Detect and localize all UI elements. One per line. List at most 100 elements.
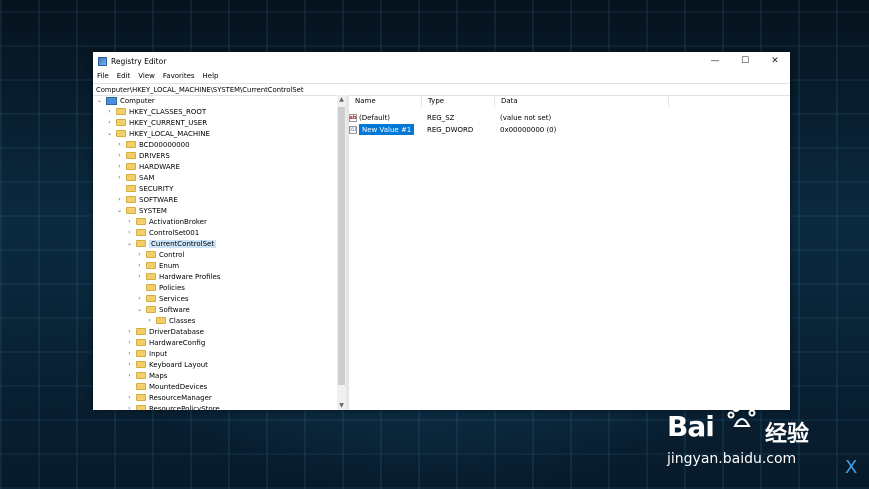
value-data: 0x00000000 (0) — [500, 125, 557, 134]
tree-node[interactable]: › HARDWARE — [116, 161, 180, 172]
scroll-up-icon[interactable]: ▲ — [337, 95, 346, 104]
chevron-right-icon[interactable]: › — [106, 106, 113, 117]
folder-icon — [126, 174, 136, 181]
tree-node[interactable]: › HardwareConfig — [126, 337, 205, 348]
tree-node[interactable]: › ResourceManager — [126, 392, 212, 403]
tree-node-label: HARDWARE — [139, 162, 180, 171]
chevron-down-icon[interactable]: ⌄ — [126, 238, 133, 249]
value-name: (Default) — [359, 113, 391, 122]
chevron-right-icon[interactable]: › — [126, 216, 133, 227]
chevron-right-icon[interactable]: › — [116, 150, 123, 161]
tree-node[interactable]: › DRIVERS — [116, 150, 170, 161]
tree-node[interactable]: › ResourcePolicyStore — [126, 403, 220, 410]
chevron-right-icon[interactable]: › — [106, 117, 113, 128]
chevron-down-icon[interactable]: ⌄ — [96, 95, 103, 106]
tree-node[interactable]: › SOFTWARE — [116, 194, 178, 205]
tree-node[interactable]: › ControlSet001 — [126, 227, 199, 238]
folder-icon — [146, 306, 156, 313]
folder-icon — [146, 251, 156, 258]
column-data-header[interactable]: Data — [495, 95, 669, 107]
paw-icon — [727, 402, 756, 427]
folder-icon — [126, 185, 136, 192]
tree-node[interactable]: › SAM — [116, 172, 154, 183]
tree-node[interactable]: ⌄ Software — [136, 304, 190, 315]
chevron-right-icon[interactable]: › — [126, 370, 133, 381]
menu-view[interactable]: View — [134, 72, 159, 80]
address-path[interactable]: Computer\HKEY_LOCAL_MACHINE\SYSTEM\Curre… — [96, 86, 304, 94]
menu-edit[interactable]: Edit — [113, 72, 135, 80]
folder-icon — [126, 141, 136, 148]
tree-node[interactable]: ⌄ HKEY_LOCAL_MACHINE — [106, 128, 210, 139]
chevron-right-icon[interactable]: › — [136, 271, 143, 282]
chevron-right-icon[interactable]: › — [136, 260, 143, 271]
string-value-icon: ab — [349, 113, 357, 122]
tree-node-label: ActivationBroker — [149, 217, 207, 226]
registry-app-icon — [98, 56, 107, 66]
tree-node[interactable]: ⌄ CurrentControlSet — [126, 238, 217, 249]
tree-node-label: CurrentControlSet — [149, 239, 217, 248]
tree-node[interactable]: ⌄ SYSTEM — [116, 205, 167, 216]
maximize-button[interactable]: ☐ — [730, 52, 760, 70]
minimize-icon: — — [710, 56, 720, 66]
folder-icon — [126, 152, 136, 159]
tree-node[interactable]: › Input — [126, 348, 167, 359]
scrollbar-thumb[interactable] — [338, 107, 345, 385]
column-name-header[interactable]: Name — [349, 95, 422, 107]
column-headers: Name Type Data — [349, 95, 790, 107]
value-row-default[interactable]: ab (Default) REG_SZ (value not set) — [349, 112, 790, 123]
chevron-right-icon[interactable]: › — [116, 161, 123, 172]
column-type-header[interactable]: Type — [422, 95, 495, 107]
menu-file[interactable]: File — [93, 72, 113, 80]
value-data: (value not set) — [500, 113, 552, 122]
rename-input[interactable]: New Value #1 — [359, 124, 415, 135]
close-button[interactable]: ✕ — [760, 52, 790, 70]
chevron-right-icon[interactable]: › — [126, 359, 133, 370]
value-type: REG_SZ — [427, 113, 455, 122]
tree-node[interactable]: › Control — [136, 249, 184, 260]
chevron-right-icon[interactable]: › — [146, 315, 153, 326]
tree-node-label: SOFTWARE — [139, 195, 178, 204]
menu-help[interactable]: Help — [199, 72, 223, 80]
tree-node[interactable]: › Hardware Profiles — [136, 271, 220, 282]
tree-node[interactable]: › Enum — [136, 260, 179, 271]
tree-node[interactable]: › ActivationBroker — [126, 216, 207, 227]
tree-node[interactable]: MountedDevices — [126, 381, 207, 392]
chevron-right-icon[interactable]: › — [116, 194, 123, 205]
chevron-right-icon[interactable]: › — [126, 227, 133, 238]
tree-node[interactable]: SECURITY — [116, 183, 173, 194]
tree-line — [136, 282, 143, 293]
tree-node[interactable]: › Services — [136, 293, 188, 304]
menu-favorites[interactable]: Favorites — [159, 72, 199, 80]
tree-node[interactable]: › Keyboard Layout — [126, 359, 208, 370]
tree-node[interactable]: › HKEY_CLASSES_ROOT — [106, 106, 206, 117]
chevron-right-icon[interactable]: › — [116, 139, 123, 150]
chevron-down-icon[interactable]: ⌄ — [106, 128, 113, 139]
tree-node[interactable]: › Maps — [126, 370, 167, 381]
value-row-new[interactable]: 011 New Value #1 REG_DWORD 0x00000000 (0… — [349, 124, 790, 135]
tree-node[interactable]: › BCD00000000 — [116, 139, 189, 150]
tree-node[interactable]: Policies — [136, 282, 185, 293]
tree-node-label: HKEY_CURRENT_USER — [129, 118, 208, 127]
chevron-right-icon[interactable]: › — [126, 348, 133, 359]
tree-line — [116, 183, 123, 194]
tree-node[interactable]: › HKEY_CURRENT_USER — [106, 117, 207, 128]
tree-node-label: Software — [159, 305, 190, 314]
chevron-right-icon[interactable]: › — [126, 326, 133, 337]
chevron-right-icon[interactable]: › — [126, 392, 133, 403]
chevron-right-icon[interactable]: › — [126, 337, 133, 348]
chevron-down-icon[interactable]: ⌄ — [136, 304, 143, 315]
chevron-right-icon[interactable]: › — [136, 293, 143, 304]
folder-icon — [126, 207, 136, 214]
chevron-down-icon[interactable]: ⌄ — [116, 205, 123, 216]
chevron-right-icon[interactable]: › — [136, 249, 143, 260]
chevron-right-icon[interactable]: › — [126, 403, 133, 410]
tree-root[interactable]: ⌄ Computer — [96, 95, 155, 106]
title-bar[interactable]: Registry Editor — ☐ ✕ — [93, 52, 790, 70]
chevron-right-icon[interactable]: › — [116, 172, 123, 183]
scroll-down-icon[interactable]: ▼ — [337, 401, 346, 410]
tree-node[interactable]: › Classes — [146, 315, 195, 326]
minimize-button[interactable]: — — [700, 52, 730, 70]
maximize-icon: ☐ — [740, 56, 750, 66]
tree-node[interactable]: › DriverDatabase — [126, 326, 204, 337]
tree-scrollbar[interactable]: ▲ ▼ — [337, 95, 346, 410]
